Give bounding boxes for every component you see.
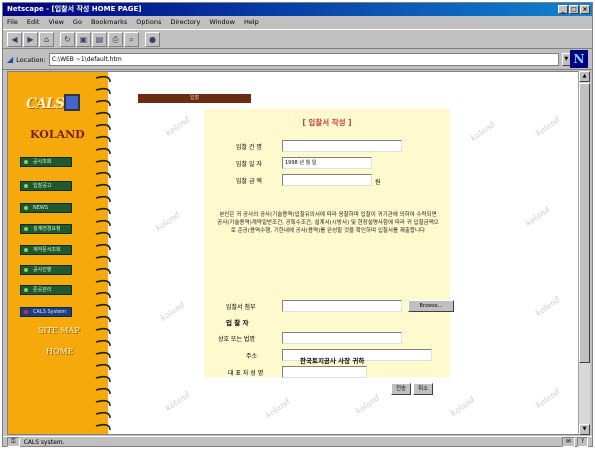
bid-date-input[interactable]: 1998 년 월 일 xyxy=(282,157,372,169)
menu-window[interactable]: Window xyxy=(209,17,235,28)
form-title: [ 입찰서 작성 ] xyxy=(302,118,352,127)
nav-item-bid-notice[interactable]: 입찰공고 xyxy=(20,181,72,191)
section-header: 입찰 xyxy=(138,94,251,103)
maximize-button[interactable]: □ xyxy=(569,5,579,14)
window-title: Netscape - [입찰서 작성 HOME PAGE] xyxy=(7,5,142,13)
browse-button[interactable]: Browse... xyxy=(408,300,454,312)
home-link[interactable]: HOME xyxy=(46,347,74,356)
main-content: koland koland koland koland koland kolan… xyxy=(114,72,579,434)
bookmark-icon[interactable]: ◢ xyxy=(7,55,13,64)
stop-icon[interactable]: ● xyxy=(145,31,160,47)
open-icon[interactable]: ▤ xyxy=(92,31,107,47)
field-label-bid-date: 입찰 일 자 xyxy=(236,161,262,168)
security-key-icon: ⚿ xyxy=(7,437,20,447)
watermark: koland xyxy=(533,294,562,319)
menu-directory[interactable]: Directory xyxy=(170,17,200,28)
site-map-link[interactable]: SITE MAP xyxy=(38,326,80,335)
title-bar: Netscape - [입찰서 작성 HOME PAGE] _ □ × xyxy=(3,3,592,16)
cals-logo-text: CALS xyxy=(26,96,65,112)
watermark: koland xyxy=(163,114,192,139)
bidder-header: 입 찰 자 xyxy=(226,319,249,327)
bid-name-input[interactable] xyxy=(282,140,402,152)
watermark: koland xyxy=(468,119,497,144)
scroll-thumb[interactable] xyxy=(579,83,590,363)
field-label-company-name: 상호 또는 법명 xyxy=(218,336,255,343)
spiral-binding xyxy=(95,75,111,431)
watermark: koland xyxy=(533,386,562,411)
close-button[interactable]: × xyxy=(580,5,590,14)
watermark: koland xyxy=(163,389,192,414)
currency-unit: 원 xyxy=(375,179,381,186)
window-controls: _ □ × xyxy=(558,5,590,14)
watermark: koland xyxy=(533,114,562,139)
menu-file[interactable]: File xyxy=(7,17,18,28)
back-icon[interactable]: ◀ xyxy=(7,31,22,47)
agreement-text: 본인은 귀 공사의 공사(기술용역)입찰유의서에 따라 응찰하며 입찰이 귀기관… xyxy=(217,212,439,234)
watermark: koland xyxy=(353,392,382,417)
field-label-bid-amount: 입찰 금 액 xyxy=(236,178,262,185)
watermark: koland xyxy=(523,204,552,229)
submit-button[interactable]: 전송 xyxy=(391,383,411,395)
watermark: koland xyxy=(158,299,187,324)
field-label-bid-name: 입찰 건 명 xyxy=(236,144,262,151)
sidebar: CALS KOLAND 공사조회 입찰공고 NEWS 설계변경요청 계약문서조회… xyxy=(8,72,111,434)
menu-view[interactable]: View xyxy=(48,17,63,28)
cals-logo: CALS xyxy=(26,94,81,114)
watermark: koland xyxy=(448,394,477,419)
images-icon[interactable]: ▣ xyxy=(76,31,91,47)
recipient-line: 한국토지공사 사장 귀하 xyxy=(300,357,365,365)
scroll-up-icon[interactable]: ▲ xyxy=(579,71,590,82)
toolbar: ◀ ▶ ⌂ ↻ ▣ ▤ ⎙ ⌕ ● xyxy=(3,29,592,49)
nav-item-progress[interactable]: 공사진행 xyxy=(20,265,72,275)
browser-window: Netscape - [입찰서 작성 HOME PAGE] _ □ × File… xyxy=(2,2,593,447)
location-bar: ◢ Location: C:\WEB ~1\default.htm ▼ xyxy=(3,50,592,70)
company-name-input[interactable] xyxy=(282,332,402,344)
bid-form: [ 입찰서 작성 ] 입찰 건 명 입찰 일 자 1998 년 월 일 입찰 금… xyxy=(204,109,454,378)
nav-item-project-search[interactable]: 공사조회 xyxy=(20,157,72,167)
nav-item-news[interactable]: NEWS xyxy=(20,203,72,213)
minimize-button[interactable]: _ xyxy=(558,5,568,14)
reload-icon[interactable]: ↻ xyxy=(60,31,75,47)
menu-options[interactable]: Options xyxy=(136,17,161,28)
home-icon[interactable]: ⌂ xyxy=(39,31,54,47)
mail-icon[interactable]: ✉ xyxy=(561,437,575,447)
menu-help[interactable]: Help xyxy=(244,17,259,28)
bid-amount-input[interactable] xyxy=(282,174,372,186)
brand-logo: KOLAND xyxy=(30,128,85,141)
nav-item-contract-docs[interactable]: 계약문서조회 xyxy=(20,245,72,255)
vertical-scrollbar[interactable]: ▲ ▼ xyxy=(578,71,590,435)
question-icon[interactable]: ? xyxy=(576,437,588,447)
scroll-down-icon[interactable]: ▼ xyxy=(579,424,590,435)
watermark: koland xyxy=(153,209,182,234)
menu-edit[interactable]: Edit xyxy=(27,17,40,28)
menu-go[interactable]: Go xyxy=(73,17,82,28)
nav-item-cals-system[interactable]: CALS System xyxy=(20,307,72,317)
status-bar: ⚿ CALS system. ✉ ? xyxy=(3,436,592,447)
menu-bar: File Edit View Go Bookmarks Options Dire… xyxy=(3,17,592,28)
computer-icon xyxy=(64,94,80,111)
field-label-address: 주소 xyxy=(246,353,258,360)
status-text: CALS system. xyxy=(23,439,65,446)
find-icon[interactable]: ⌕ xyxy=(124,31,139,47)
nav-item-completion[interactable]: 준공관리 xyxy=(20,285,72,295)
cancel-button[interactable]: 취소 xyxy=(413,383,433,395)
attach-label: 입찰서 첨부 xyxy=(226,304,256,311)
netscape-logo-icon: N xyxy=(570,50,588,68)
field-label-representative: 대 표 자 성 명 xyxy=(228,370,264,377)
location-input[interactable]: C:\WEB ~1\default.htm xyxy=(48,53,559,66)
location-label: Location: xyxy=(16,55,46,64)
watermark: koland xyxy=(263,396,292,421)
page-viewport: CALS KOLAND 공사조회 입찰공고 NEWS 설계변경요청 계약문서조회… xyxy=(7,71,580,435)
nav-item-design-change[interactable]: 설계변경요청 xyxy=(20,224,72,234)
print-icon[interactable]: ⎙ xyxy=(108,31,123,47)
representative-input[interactable] xyxy=(282,366,367,378)
attach-file-input[interactable] xyxy=(282,300,402,312)
menu-bookmarks[interactable]: Bookmarks xyxy=(91,17,127,28)
forward-icon[interactable]: ▶ xyxy=(23,31,38,47)
